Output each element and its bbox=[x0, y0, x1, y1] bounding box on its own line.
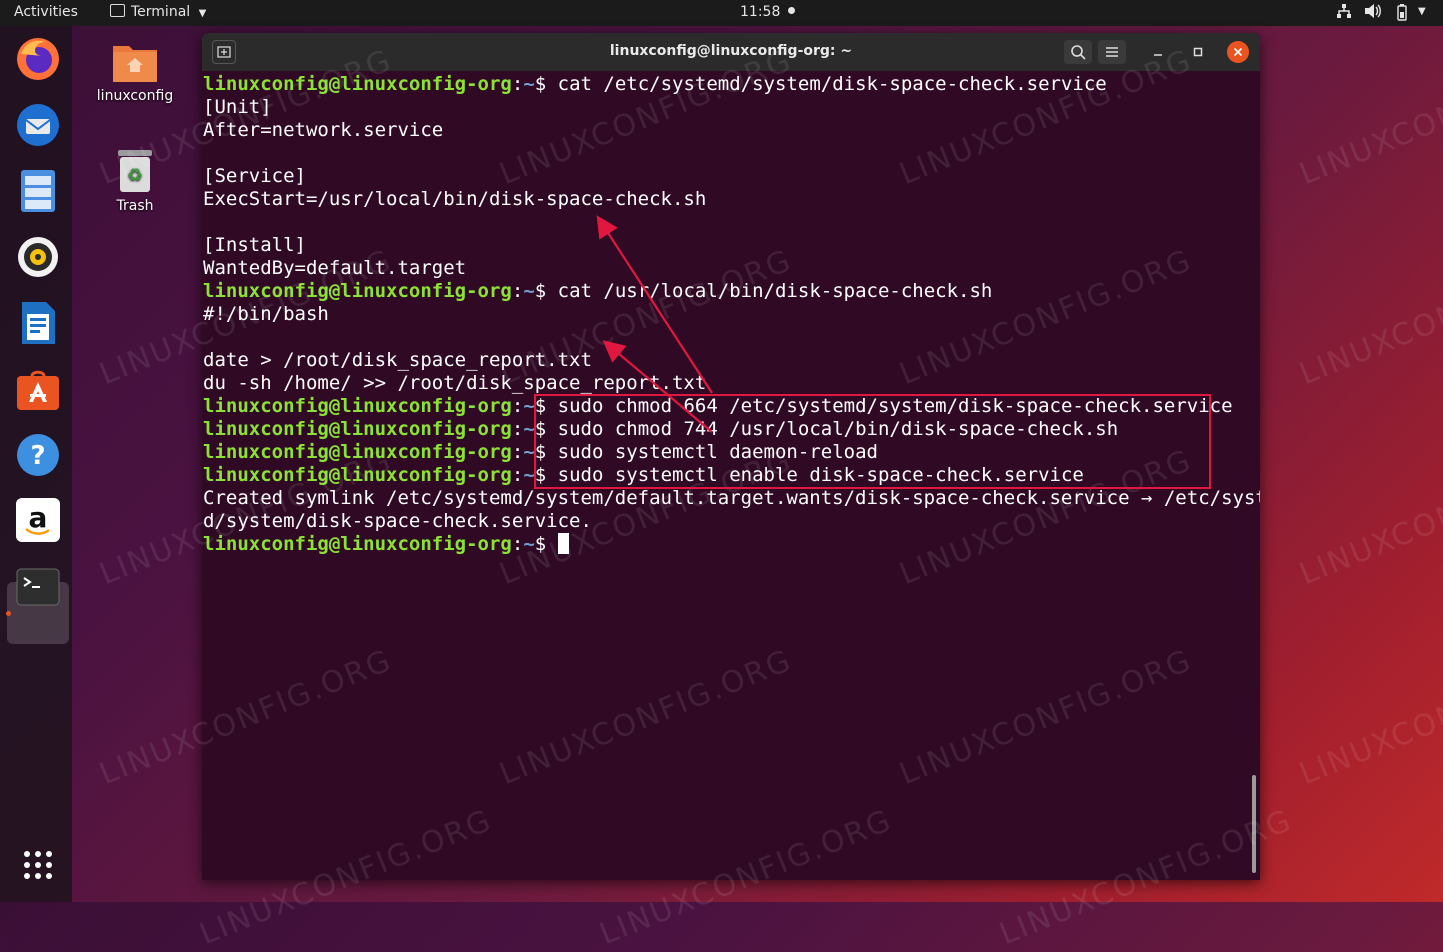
arrow-script-icon bbox=[602, 340, 713, 433]
annotation-arrows bbox=[596, 215, 713, 433]
arrow-service-icon bbox=[596, 215, 713, 394]
